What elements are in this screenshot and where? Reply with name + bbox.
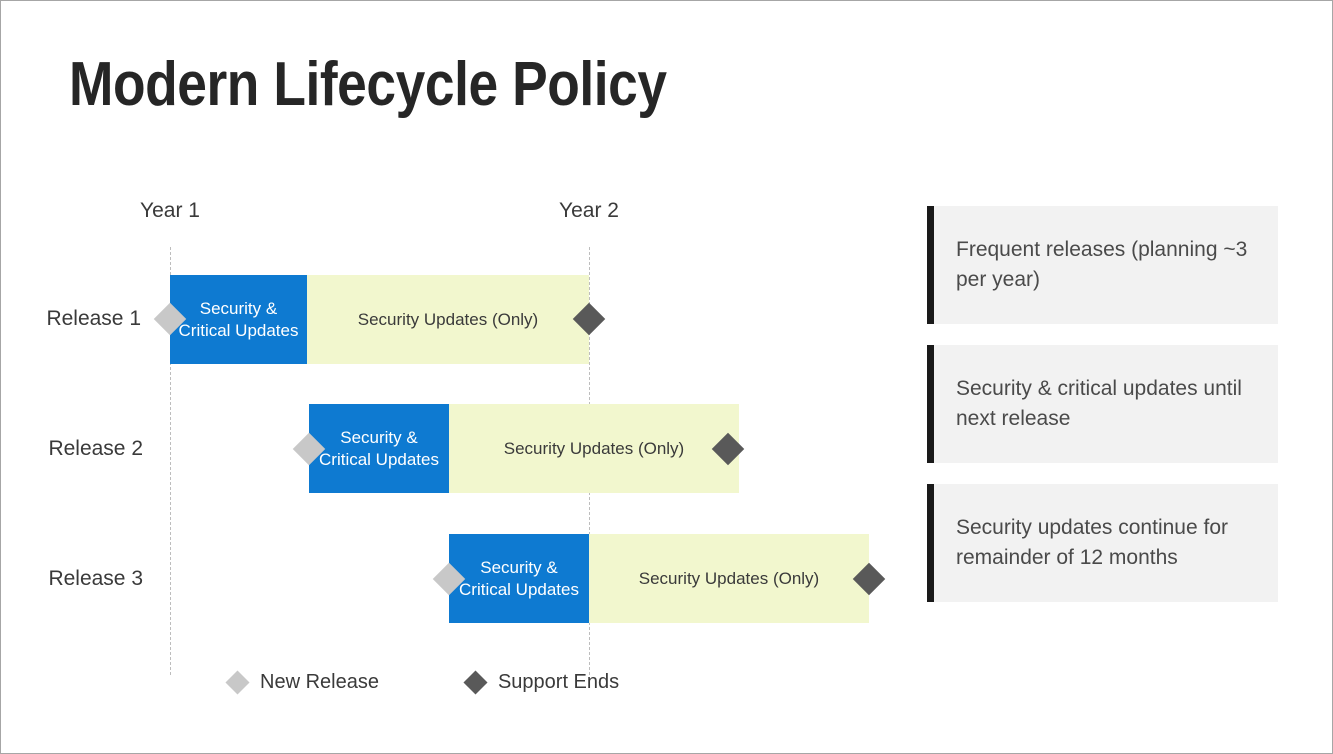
legend-item-new-release: New Release xyxy=(225,670,379,695)
release-3-critical-updates-bar[interactable]: Security & Critical Updates xyxy=(449,534,589,623)
callout-security-critical-updates-text: Security & critical updates until next r… xyxy=(956,377,1242,430)
release-1-security-updates-bar[interactable]: Security Updates (Only) xyxy=(307,275,589,364)
callout-security-updates-remainder-text: Security updates continue for remainder … xyxy=(956,516,1228,569)
release-2-label: Release 2 xyxy=(48,437,143,460)
slide-canvas: Modern Lifecycle Policy Year 1 Year 2 Re… xyxy=(0,0,1333,754)
release-3-security-updates-bar[interactable]: Security Updates (Only) xyxy=(589,534,869,623)
callout-frequent-releases: Frequent releases (planning ~3 per year) xyxy=(927,206,1278,324)
release-2-critical-updates-bar[interactable]: Security & Critical Updates xyxy=(309,404,449,493)
support-ends-diamond-icon xyxy=(463,670,488,695)
page-title: Modern Lifecycle Policy xyxy=(69,50,667,119)
callout-security-updates-remainder: Security updates continue for remainder … xyxy=(927,484,1278,602)
callout-security-critical-updates: Security & critical updates until next r… xyxy=(927,345,1278,463)
legend-label-support-ends: Support Ends xyxy=(497,671,620,693)
legend-label-new-release: New Release xyxy=(260,671,379,693)
new-release-diamond-icon xyxy=(225,670,250,695)
release-3-label: Release 3 xyxy=(48,567,143,590)
legend-item-support-ends: Support Ends xyxy=(463,670,620,695)
release-1-label: Release 1 xyxy=(46,307,141,330)
year-2-label: Year 2 xyxy=(559,199,619,222)
legend: New Release Support Ends xyxy=(225,670,620,695)
callout-frequent-releases-text: Frequent releases (planning ~3 per year) xyxy=(956,238,1248,291)
release-2-security-updates-bar[interactable]: Security Updates (Only) xyxy=(449,404,739,493)
year-1-label: Year 1 xyxy=(140,199,200,222)
release-1-critical-updates-bar[interactable]: Security & Critical Updates xyxy=(170,275,307,364)
